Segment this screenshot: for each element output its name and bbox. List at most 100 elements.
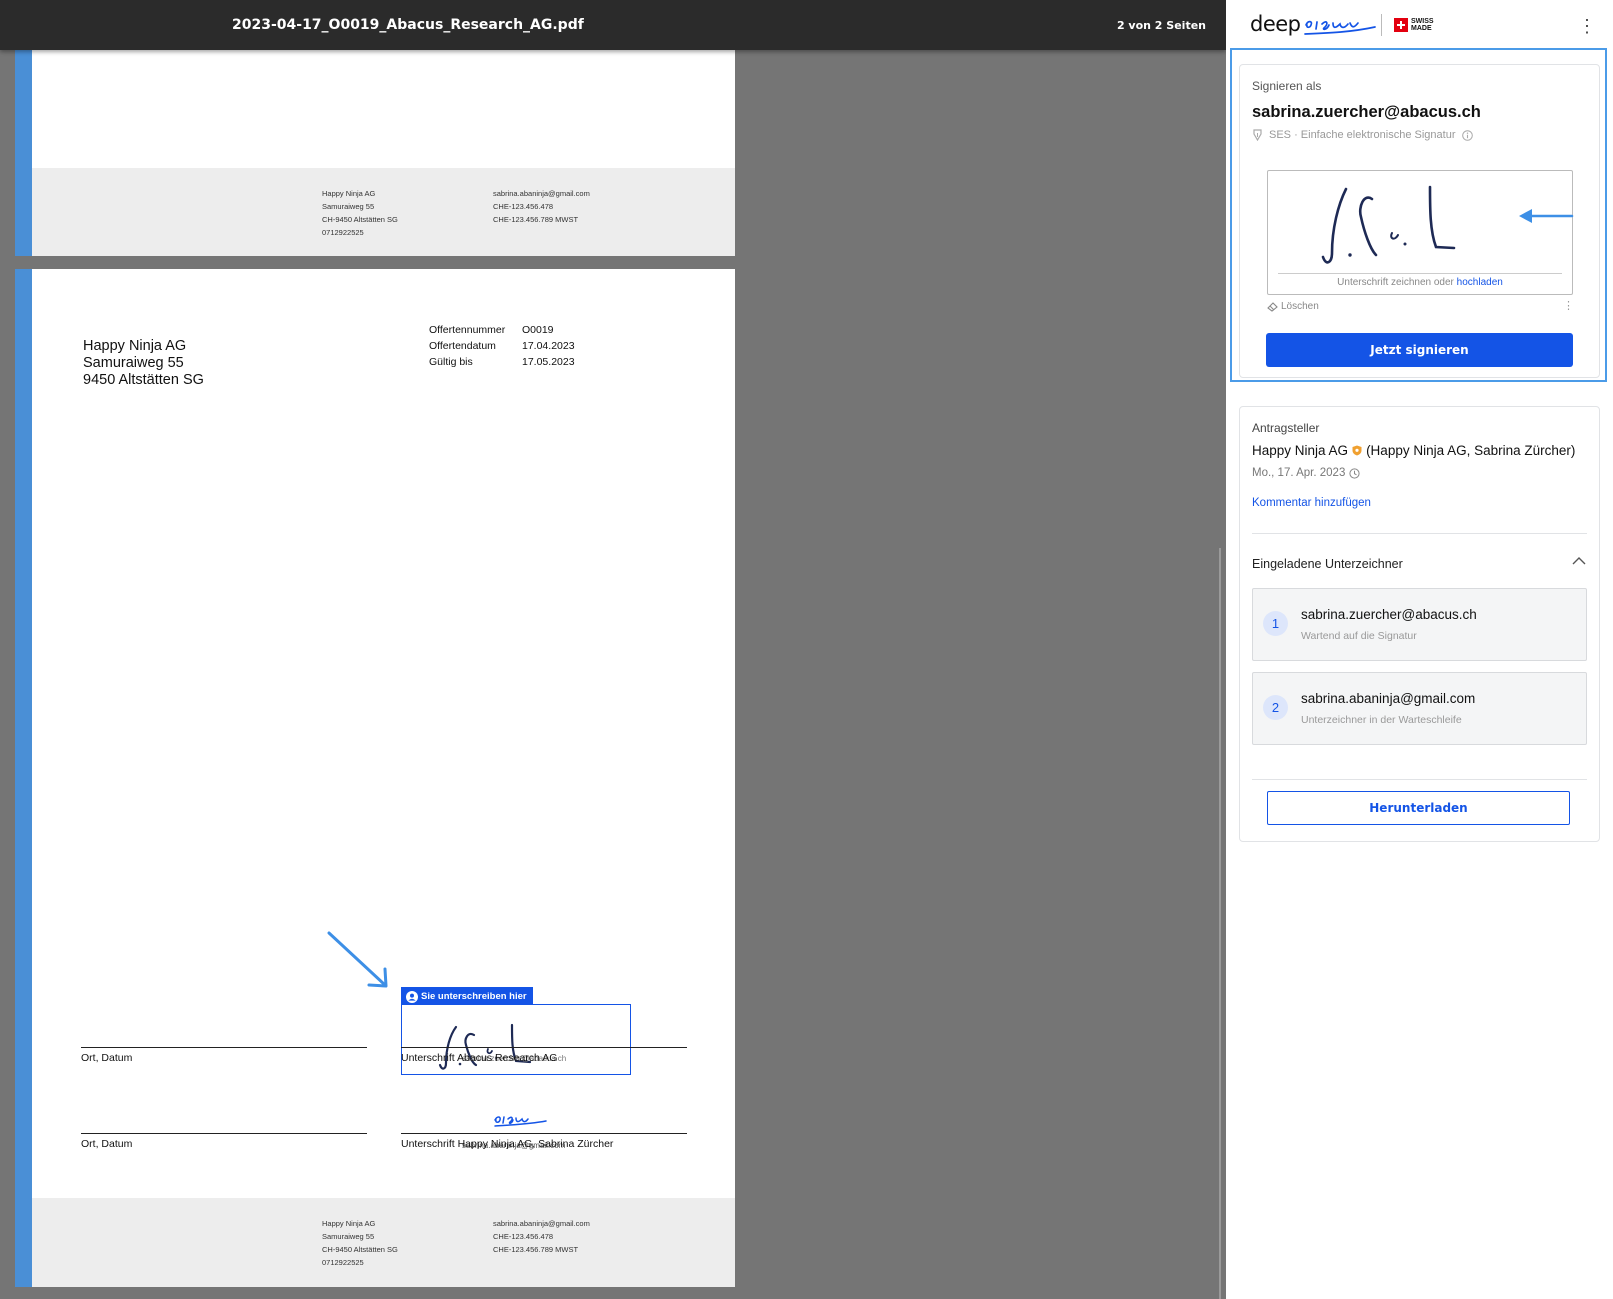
requester-org: Happy Ninja AG [1252,443,1349,458]
clear-signature-button[interactable]: Löschen [1267,301,1319,312]
signature-image [438,1023,532,1070]
offer-meta: Offertennummer O0019 Offertendatum 17.04… [429,322,575,370]
clock-icon [1349,467,1360,479]
footer-line: Happy Ninja AG [322,189,376,198]
signature-label: Unterschrift Happy Ninja AG, Sabrina Zür… [401,1138,614,1150]
recipient-address: Happy Ninja AG Samuraiweg 55 9450 Altstä… [83,338,204,389]
footer-line: sabrina.abaninja@gmail.com [493,189,590,198]
pointer-arrow-icon [1519,209,1574,223]
add-comment-link[interactable]: Kommentar hinzufügen [1252,497,1371,509]
swiss-made-line: MADE [1411,25,1432,32]
eraser-icon [1267,301,1278,312]
swiss-made-line: SWISS [1411,18,1434,25]
download-button[interactable]: Herunterladen [1267,791,1570,825]
page-stripe [15,269,32,1287]
meta-value: O0019 [522,324,554,336]
footer-line: 0712922525 [322,1258,364,1267]
footer-line: 0712922525 [322,228,364,237]
footer-line: Samuraiweg 55 [322,202,375,211]
invited-signers-toggle[interactable]: Eingeladene Unterzeichner [1252,555,1587,575]
footer-line: CH-9450 Altstätten SG [322,1245,398,1254]
sign-sidebar: deep SWISS MADE ⋮ Signieren als sabrina.… [1226,0,1613,1299]
footer-line: CH-9450 Altstätten SG [322,215,398,224]
signature-pad-hint: Unterschrift zeichnen oder hochladen [1268,277,1572,288]
document-page-2: Happy Ninja AG Samuraiweg 55 9450 Altstä… [15,269,735,1287]
address-line: Happy Ninja AG [83,338,187,354]
place-date-label: Ort, Datum [81,1138,133,1150]
sign-as-label: Signieren als [1252,79,1322,93]
footer-line: CHE-123.456.478 [493,202,554,211]
signer-status: Unterzeichner in der Warteschleife [1301,714,1462,726]
page-counter: 2 von 2 Seiten [1116,19,1206,32]
upload-link[interactable]: hochladen [1457,277,1503,288]
pad-options-icon[interactable]: ⋮ [1563,299,1574,312]
page-footer: Happy Ninja AG Samuraiweg 55 CH-9450 Alt… [32,1198,735,1287]
meta-label: Offertennummer [429,324,506,336]
viewer-scrollbar[interactable] [1219,548,1221,1299]
user-circle-icon [406,990,418,1003]
signature-line [401,1133,687,1134]
document-title: 2023-04-17_O0019_Abacus_Research_AG.pdf [232,17,584,33]
signer-email: sabrina.abaninja@gmail.com [1301,691,1476,706]
footer-contact: sabrina.abaninja@gmail.com CHE-123.456.4… [493,1217,590,1256]
pen-nib-icon [1253,129,1262,141]
footer-line: sabrina.abaninja@gmail.com [493,1219,590,1228]
footer-line: Samuraiweg 55 [322,1232,375,1241]
sign-now-button[interactable]: Jetzt signieren [1266,333,1573,367]
meta-row: Offertendatum 17.04.2023 [429,338,575,354]
meta-label: Gültig bis [429,356,473,368]
sign-here-label: Sie unterschreiben hier [421,991,527,1002]
meta-value: 17.05.2023 [522,356,575,368]
footer-line: CHE-123.456.789 MWST [493,1245,579,1254]
pdf-viewer: 2023-04-17_O0019_Abacus_Research_AG.pdf … [0,0,1226,1299]
signature-line [401,1047,687,1048]
pointer-arrow-icon [327,931,388,988]
page-stripe [15,50,32,256]
requester-name: Happy Ninja AG (Happy Ninja AG, Sabrina … [1252,443,1575,458]
sign-here-badge: Sie unterschreiben hier [401,987,533,1004]
signature-pad[interactable]: Unterschrift zeichnen oder hochladen [1267,170,1574,295]
request-date: Mo., 17. Apr. 2023 [1252,467,1360,479]
deepsign-sign-logo [494,1116,547,1127]
invited-signers-title: Eingeladene Unterzeichner [1252,557,1403,571]
signer-number: 1 [1263,611,1288,636]
footer-line: CHE-123.456.478 [493,1232,554,1241]
deepsign-logo: deep [1250,12,1301,36]
meta-row: Offertennummer O0019 [429,322,575,338]
signature-type: SES · Einfache elektronische Signatur [1252,129,1473,141]
footer-address: Happy Ninja AG Samuraiweg 55 CH-9450 Alt… [322,1217,398,1269]
viewer-toolbar: 2023-04-17_O0019_Abacus_Research_AG.pdf … [0,0,1226,50]
place-date-label: Ort, Datum [81,1052,133,1064]
page-footer: Happy Ninja AG Samuraiweg 55 CH-9450 Alt… [32,168,735,256]
more-menu-icon[interactable]: ⋮ [1578,16,1596,36]
address-line: 9450 Altstätten SG [83,372,204,388]
requester-label: Antragsteller [1252,421,1320,435]
signature-field[interactable]: sabrina.zuercher@abacus.ch [401,1004,631,1075]
deepsign-sign-logo [1304,20,1376,35]
meta-value: 17.04.2023 [522,340,575,352]
pad-hint-text: Unterschrift zeichnen oder [1337,277,1454,288]
signer-item: 2 sabrina.abaninja@gmail.com Unterzeichn… [1252,672,1587,745]
signer-item: 1 sabrina.zuercher@abacus.ch Wartend auf… [1252,588,1587,661]
requester-detail: (Happy Ninja AG, Sabrina Zürcher) [1366,443,1576,458]
signer-email: sabrina.zuercher@abacus.ch [1301,607,1477,622]
signer-status: Wartend auf die Signatur [1301,630,1417,642]
swiss-made-badge: SWISS MADE [1411,18,1434,32]
divider [1252,533,1587,534]
request-info-card: Antragsteller Happy Ninja AG (Happy Ninj… [1239,406,1600,842]
meta-row: Gültig bis 17.05.2023 [429,354,575,370]
logo-divider [1381,14,1382,36]
swiss-flag-icon [1394,18,1408,32]
footer-contact: sabrina.abaninja@gmail.com CHE-123.456.4… [493,187,590,226]
signature-label: Unterschrift Abacus Research AG [401,1052,558,1064]
signature-line [81,1047,367,1048]
signature-baseline [1278,273,1562,274]
request-date-text: Mo., 17. Apr. 2023 [1252,467,1346,479]
address-line: Samuraiweg 55 [83,355,184,371]
footer-line: CHE-123.456.789 MWST [493,215,579,224]
info-icon[interactable] [1461,129,1473,141]
clear-label: Löschen [1281,301,1319,312]
footer-address: Happy Ninja AG Samuraiweg 55 CH-9450 Alt… [322,187,398,239]
divider [1252,779,1587,780]
sign-card: Signieren als sabrina.zuercher@abacus.ch… [1239,64,1600,378]
